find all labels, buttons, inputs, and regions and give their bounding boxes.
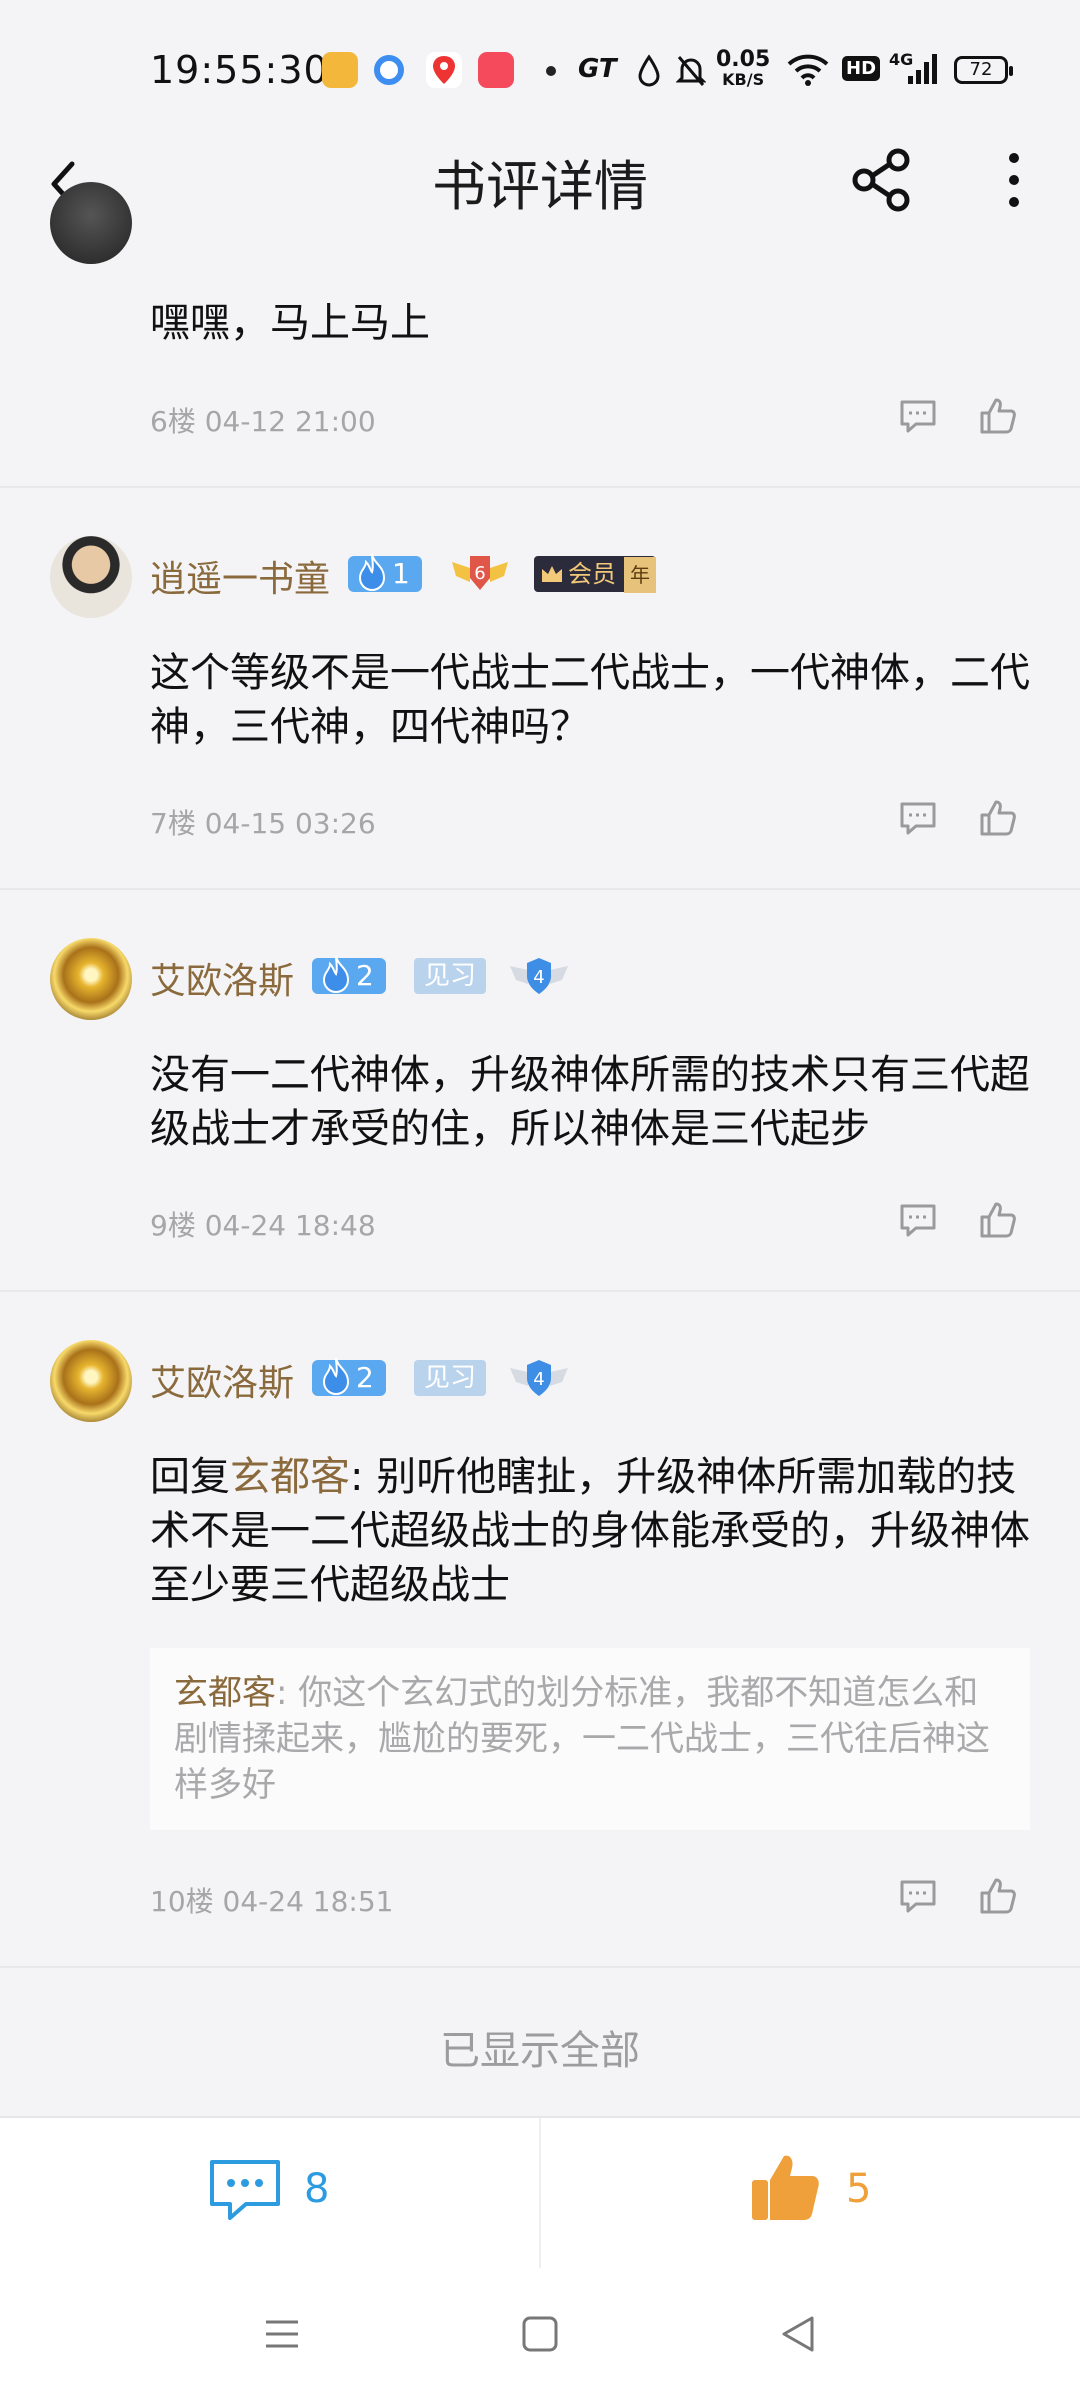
crown-icon xyxy=(542,566,562,582)
avatar[interactable] xyxy=(50,536,132,618)
page-title: 书评详情 xyxy=(432,155,648,218)
comment-item: 艾欧洛斯 2 见习 4 没有一二代神体，升级神体所需的技术只有三代超级战士才承受… xyxy=(0,890,1080,1292)
end-of-list-label: 已显示全部 xyxy=(440,2028,640,2074)
menu-icon[interactable] xyxy=(262,2314,302,2354)
hd-icon: HD xyxy=(842,56,881,81)
reply-icon[interactable] xyxy=(898,396,938,436)
comment-text: 这个等级不是一代战士二代战士，一代神体，二代神，三代神，四代神吗？ xyxy=(150,650,1030,750)
svg-text:4: 4 xyxy=(533,1369,544,1390)
app-notification-icon xyxy=(374,55,404,85)
title-badge: 见习 xyxy=(414,1360,486,1396)
comment-text: 回复玄都客: 别听他瞎扯，升级神体所需加载的技术不是一二代超级战士的身体能承受的… xyxy=(150,1454,1030,1608)
medal-badge-icon: 6 xyxy=(452,556,508,590)
quoted-username[interactable]: 玄都客 xyxy=(174,1673,276,1713)
username[interactable]: 艾欧洛斯 xyxy=(150,1354,294,1406)
title-badge: 见习 xyxy=(414,958,486,994)
quoted-comment[interactable]: 玄都客: 你这个玄幻式的划分标准，我都不知道怎么和剧情揉起来，尴尬的要死，一二代… xyxy=(150,1648,1030,1830)
thumbs-up-icon[interactable] xyxy=(978,1876,1018,1916)
reply-icon[interactable] xyxy=(898,1200,938,1240)
thumbs-up-icon[interactable] xyxy=(978,396,1018,436)
notification-dot xyxy=(546,66,556,76)
battery-indicator: 72 xyxy=(954,56,1013,84)
member-badge: 会员年 xyxy=(534,556,656,593)
comment-count[interactable]: 8 xyxy=(304,2166,329,2212)
status-bar: 19:55:30 GT 0.05 KB/S HD 4G 72 xyxy=(0,0,1080,140)
thumbs-up-icon[interactable] xyxy=(978,1200,1018,1240)
reply-icon[interactable] xyxy=(898,1876,938,1916)
comment-meta: 7楼 04-15 03:26 xyxy=(150,807,376,840)
avatar[interactable] xyxy=(50,182,132,264)
map-app-icon xyxy=(426,52,462,88)
flame-icon xyxy=(322,955,350,993)
fan-level-badge: 2 xyxy=(312,955,386,994)
comment-meta: 9楼 04-24 18:48 xyxy=(150,1209,376,1242)
username[interactable]: 逍遥一书童 xyxy=(150,550,330,602)
app-notification-icon xyxy=(322,52,358,88)
thumbs-up-icon[interactable] xyxy=(978,798,1018,838)
comment-text: 没有一二代神体，升级神体所需的技术只有三代超级战士才承受的住，所以神体是三代起步 xyxy=(150,1052,1030,1152)
comment-text: 嘿嘿，马上马上 xyxy=(150,300,430,346)
flame-icon xyxy=(358,553,386,591)
comment-meta: 10楼 04-24 18:51 xyxy=(150,1885,394,1918)
fan-level-badge: 2 xyxy=(312,1357,386,1396)
data-saver-icon xyxy=(638,54,660,87)
comment-item: 艾欧洛斯 2 见习 4 回复玄都客: 别听他瞎扯，升级神体所需加载的技术不是一二… xyxy=(0,1292,1080,1968)
bottom-action-bar: 8 5 xyxy=(0,2116,1080,2270)
share-icon[interactable] xyxy=(848,146,916,214)
system-navigation-bar xyxy=(0,2268,1080,2400)
mute-bell-icon xyxy=(676,56,706,86)
avatar[interactable] xyxy=(50,1340,132,1422)
avatar[interactable] xyxy=(50,938,132,1020)
fan-level-badge: 1 xyxy=(348,553,422,592)
comment-item: 逍遥一书童 1 6 会员年 这个等级不是一代战士二代战士，一代神体，二代神，三代… xyxy=(0,488,1080,890)
signal-icon xyxy=(908,54,937,84)
flame-icon xyxy=(322,1357,350,1395)
svg-text:4: 4 xyxy=(533,967,544,988)
back-icon[interactable] xyxy=(778,2314,818,2354)
gt-icon: GT xyxy=(578,54,617,84)
comment-icon[interactable] xyxy=(208,2158,282,2224)
divider xyxy=(539,2118,541,2270)
comment-meta: 6楼 04-12 21:00 xyxy=(150,405,376,438)
thumbs-up-filled-icon[interactable] xyxy=(748,2150,822,2224)
shield-badge-icon: 4 xyxy=(510,958,568,994)
svg-text:6: 6 xyxy=(474,563,485,584)
clock: 19:55:30 xyxy=(150,48,329,92)
network-speed: 0.05 KB/S xyxy=(716,47,771,90)
comment-item: 嘿嘿，马上马上 6楼 04-12 21:00 xyxy=(0,182,1080,488)
home-icon[interactable] xyxy=(520,2314,560,2354)
like-count[interactable]: 5 xyxy=(846,2166,871,2212)
reply-to-username[interactable]: 玄都客 xyxy=(230,1454,350,1500)
more-options-icon[interactable] xyxy=(990,146,1038,214)
top-app-bar: 书评详情 xyxy=(0,120,1080,240)
app-notification-icon xyxy=(478,52,514,88)
shield-badge-icon: 4 xyxy=(510,1360,568,1396)
username[interactable]: 艾欧洛斯 xyxy=(150,952,294,1004)
reply-icon[interactable] xyxy=(898,798,938,838)
wifi-icon xyxy=(787,54,829,86)
